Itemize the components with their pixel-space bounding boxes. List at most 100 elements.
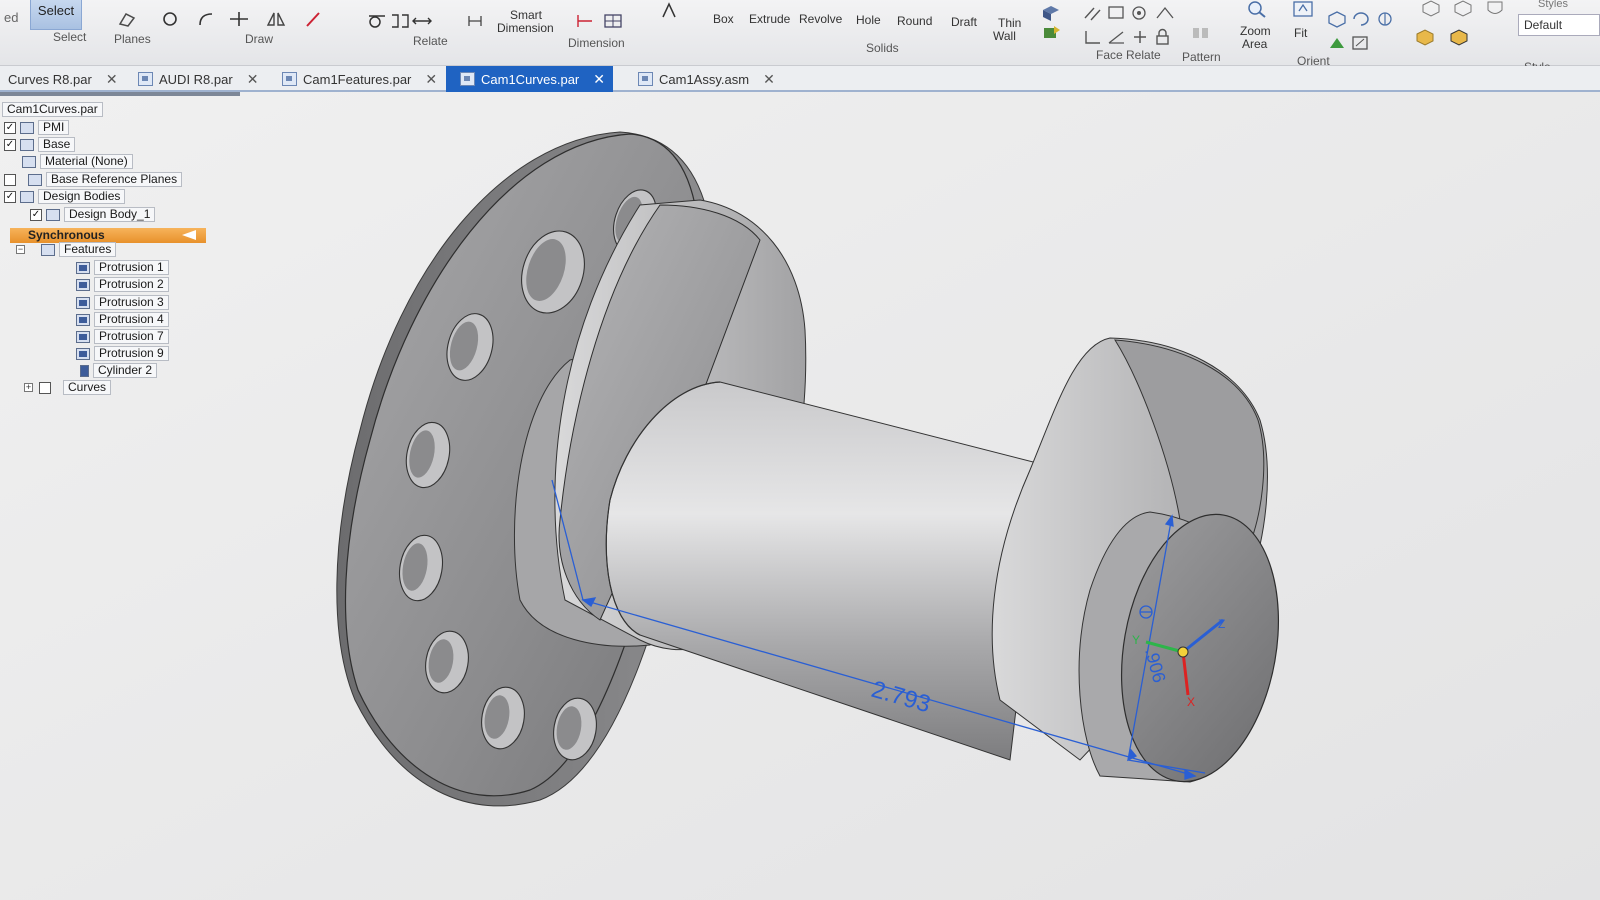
close-icon[interactable]: ✕: [763, 71, 775, 88]
fit-icon[interactable]: [1292, 0, 1314, 18]
dimension-axis-icon[interactable]: [574, 12, 596, 30]
view-box-icon[interactable]: [1452, 0, 1474, 18]
zoom-area-label-1[interactable]: Zoom: [1240, 24, 1271, 38]
tab-audi-r8[interactable]: AUDI R8.par ✕: [138, 66, 258, 92]
mirror-icon[interactable]: [265, 10, 287, 28]
features-folder-icon: [41, 243, 55, 256]
smart-dimension-label-1[interactable]: Smart: [510, 8, 542, 22]
hole-command[interactable]: Hole: [856, 13, 881, 27]
tree-item-design-body[interactable]: ✓ Design Body_1: [30, 207, 156, 222]
design-body-checkbox[interactable]: ✓: [30, 208, 42, 221]
symmetric-icon[interactable]: [389, 12, 411, 30]
parallel-icon[interactable]: [1082, 4, 1104, 22]
box-command[interactable]: Box: [713, 12, 734, 26]
shaded-style-icon[interactable]: [1414, 28, 1436, 46]
view-shield-icon[interactable]: [1484, 0, 1506, 18]
pattern-icon[interactable]: [1190, 24, 1212, 42]
smart-dimension-label-2[interactable]: Dimension: [497, 21, 554, 35]
tab-label: Curves R8.par: [8, 71, 92, 87]
close-icon[interactable]: ✕: [247, 71, 259, 88]
tree-item-features[interactable]: − Features: [16, 242, 117, 257]
close-icon[interactable]: ✕: [593, 71, 605, 88]
sketch-view-icon[interactable]: [1350, 34, 1372, 52]
model-viewport[interactable]: 2.793 .906 Z Y X: [0, 0, 1600, 900]
round-command[interactable]: Round: [897, 14, 932, 28]
tree-item-feature[interactable]: Protrusion 7: [76, 329, 169, 344]
spin-view-icon[interactable]: [1374, 10, 1396, 28]
tree-item-material[interactable]: Material (None): [22, 154, 133, 169]
diameter-dimension[interactable]: .906: [1141, 646, 1169, 685]
end-face[interactable]: [1102, 502, 1299, 794]
tree-item-design-bodies[interactable]: ✓ Design Bodies: [4, 189, 126, 204]
close-icon[interactable]: ✕: [425, 71, 437, 88]
arc-icon[interactable]: [196, 10, 218, 28]
solids-group-label: Solids: [866, 41, 899, 55]
cam-part-render[interactable]: 2.793 .906 Z Y X: [0, 0, 1600, 900]
tab-cam1features[interactable]: Cam1Features.par ✕: [282, 66, 437, 92]
shell-icon[interactable]: [1040, 4, 1062, 22]
text-icon[interactable]: [658, 2, 680, 20]
tangent-face-icon[interactable]: [1154, 4, 1176, 22]
expand-toggle-icon[interactable]: +: [24, 383, 33, 392]
zoom-area-label-2[interactable]: Area: [1242, 37, 1267, 51]
angle-relate-icon[interactable]: [1106, 28, 1128, 46]
dimension-small-icon[interactable]: [465, 12, 487, 30]
dimension-annotations[interactable]: [551, 479, 1206, 780]
thin-wall-label-2[interactable]: Wall: [993, 29, 1016, 43]
collapse-arrow-icon[interactable]: [182, 230, 196, 240]
length-dimension[interactable]: 2.793: [868, 676, 933, 719]
rotate-view-icon[interactable]: [1350, 10, 1372, 28]
pmi-checkbox[interactable]: ✓: [4, 121, 16, 134]
tree-item-base[interactable]: ✓ Base: [4, 137, 76, 152]
truncated-command-label[interactable]: ed: [4, 10, 18, 25]
line-draw-icon[interactable]: [303, 10, 325, 28]
view-cube-icon[interactable]: [1420, 0, 1442, 18]
tree-item-feature[interactable]: Protrusion 3: [76, 295, 169, 310]
select-button[interactable]: Select: [30, 0, 82, 30]
concentric-icon[interactable]: [1130, 4, 1152, 22]
perpendicular-icon[interactable]: [1082, 28, 1104, 46]
style-dropdown[interactable]: Default: [1518, 14, 1600, 36]
close-icon[interactable]: ✕: [106, 71, 118, 88]
tree-item-feature[interactable]: Protrusion 9: [76, 346, 169, 361]
tree-item-feature[interactable]: Protrusion 2: [76, 277, 169, 292]
lock-icon[interactable]: [1152, 28, 1174, 46]
fit-command[interactable]: Fit: [1294, 26, 1307, 40]
tree-root[interactable]: Cam1Curves.par: [2, 102, 103, 117]
collapse-toggle-icon[interactable]: −: [16, 245, 25, 254]
design-bodies-checkbox[interactable]: ✓: [4, 190, 16, 203]
thin-wall-label-1[interactable]: Thin: [998, 16, 1021, 30]
dimension-grid-icon[interactable]: [602, 12, 624, 30]
coordinate-triad[interactable]: Z Y X: [1132, 617, 1225, 709]
curves-checkbox[interactable]: [39, 381, 51, 394]
move-face-icon[interactable]: [1040, 24, 1062, 42]
planes-icon[interactable]: [116, 10, 138, 28]
revolve-command[interactable]: Revolve: [799, 12, 842, 26]
horizontal-relate-icon[interactable]: [411, 12, 433, 30]
tab-cam1curves[interactable]: Cam1Curves.par ✕: [446, 66, 613, 92]
main-shaft[interactable]: [605, 381, 1046, 761]
circle-icon[interactable]: [160, 10, 182, 28]
draft-command[interactable]: Draft: [951, 15, 977, 29]
tangent-icon[interactable]: [367, 12, 389, 30]
base-checkbox[interactable]: ✓: [4, 138, 16, 151]
flange-face[interactable]: [344, 133, 701, 797]
tab-cam1assy[interactable]: Cam1Assy.asm ✕: [638, 66, 775, 92]
shaded-edges-style-icon[interactable]: [1448, 28, 1470, 46]
coplanar-icon[interactable]: [1106, 4, 1128, 22]
plus-icon[interactable]: [1130, 28, 1152, 46]
tree-item-feature[interactable]: Protrusion 4: [76, 312, 169, 327]
reference-planes-checkbox[interactable]: [4, 173, 16, 186]
view-orient-icon[interactable]: [1326, 10, 1348, 28]
look-at-face-icon[interactable]: [1326, 34, 1348, 52]
zoom-area-icon[interactable]: [1246, 0, 1268, 18]
tree-item-reference-planes[interactable]: Base Reference Planes: [4, 172, 183, 187]
tree-item-curves[interactable]: + Curves: [24, 380, 112, 395]
synchronous-collector[interactable]: Synchronous: [10, 228, 206, 243]
tree-item-feature[interactable]: Protrusion 1: [76, 260, 169, 275]
tab-curves-r8[interactable]: Curves R8.par ✕: [8, 66, 118, 92]
tree-item-pmi[interactable]: ✓ PMI: [4, 120, 70, 135]
extrude-command[interactable]: Extrude: [749, 12, 790, 26]
trim-icon[interactable]: [228, 10, 250, 28]
tree-item-feature[interactable]: Cylinder 2: [80, 363, 158, 378]
